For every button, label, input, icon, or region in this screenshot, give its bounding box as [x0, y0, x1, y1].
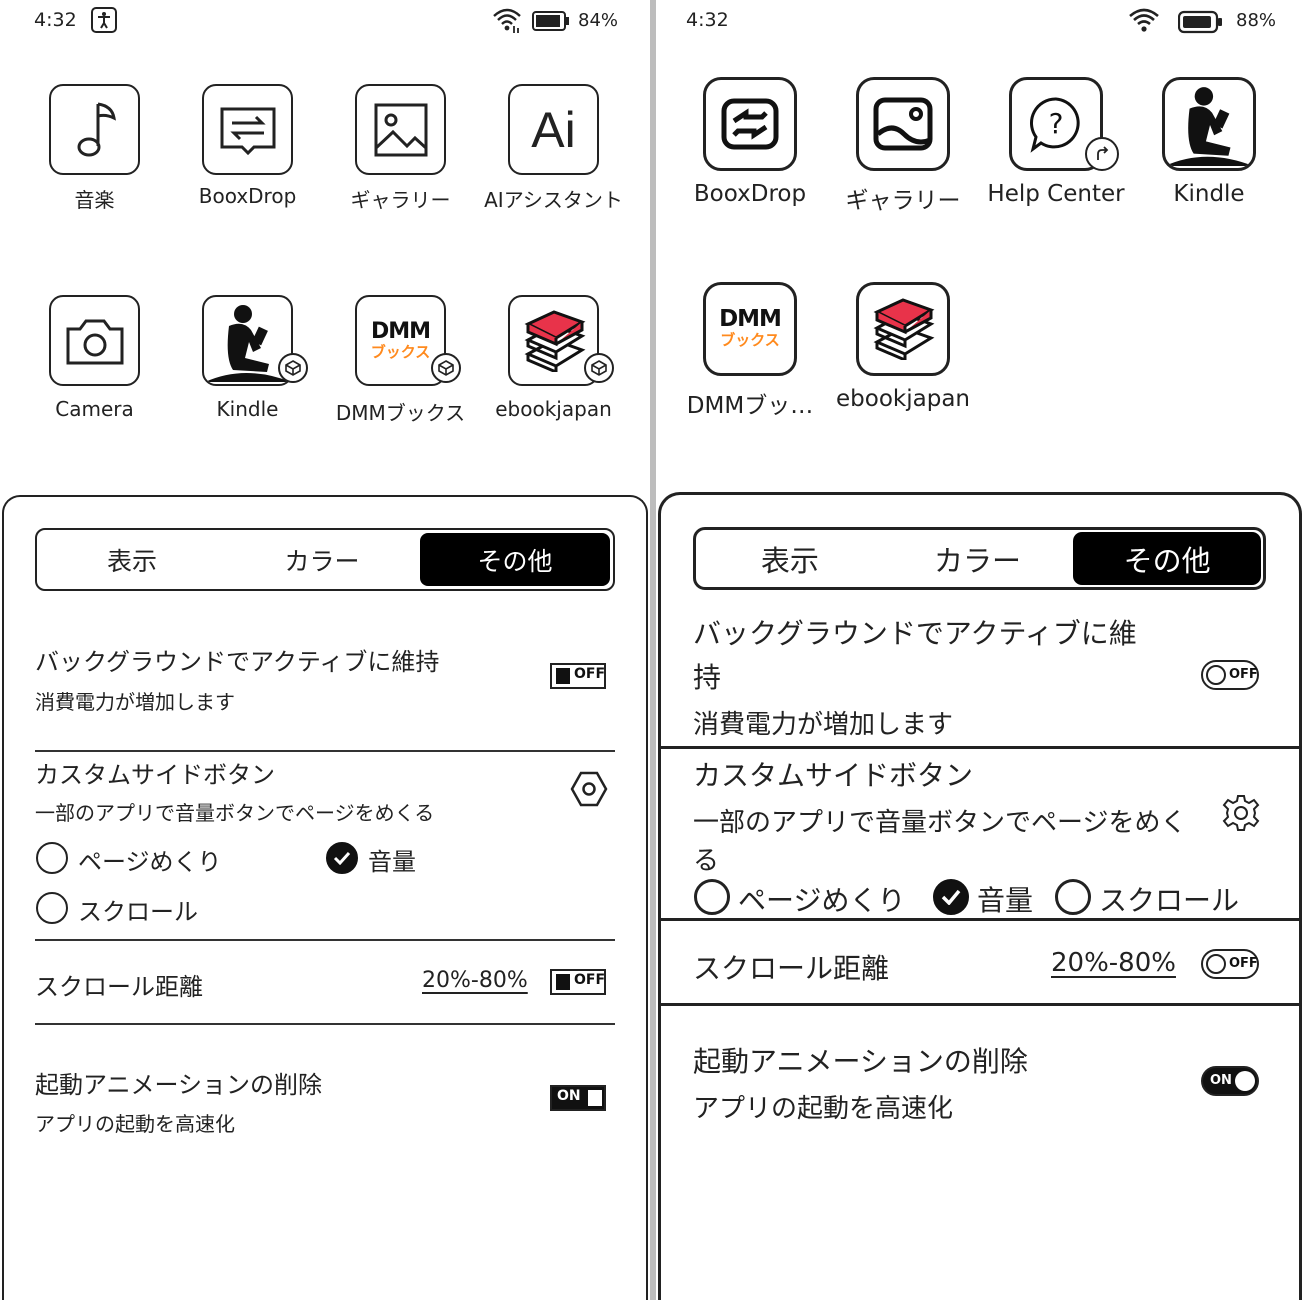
settings-gear-icon[interactable] — [1221, 793, 1261, 837]
radio-volume[interactable] — [326, 842, 358, 874]
startup-animation-subtitle: アプリの起動を高速化 — [693, 1094, 954, 1124]
wifi-icon — [492, 6, 522, 38]
background-active-title: バックグラウンドでアクティブに維持 — [35, 648, 440, 676]
custom-side-button-subtitle: 一部のアプリで音量ボタンでページをめく — [693, 808, 1187, 838]
app-label: Kindle — [216, 397, 279, 421]
cloud-app-badge-icon — [278, 353, 308, 383]
divider — [658, 918, 1302, 921]
check-icon — [333, 851, 351, 865]
tab-other[interactable]: その他 — [420, 533, 610, 586]
option-volume-label: 音量 — [368, 848, 416, 876]
tab-display[interactable]: 表示 — [696, 530, 884, 587]
battery-icon — [532, 10, 570, 36]
app-label: ギャラリー — [845, 188, 961, 214]
booxdrop-icon — [202, 84, 293, 175]
startup-animation-title: 起動アニメーションの削除 — [693, 1045, 1028, 1078]
app-label: 音楽 — [74, 188, 115, 212]
scroll-distance-value[interactable]: 20%-80% — [422, 968, 528, 993]
tab-display[interactable]: 表示 — [37, 530, 227, 589]
scroll-distance-toggle[interactable]: OFF — [1201, 949, 1259, 979]
option-page-turn-label: ページめくり — [78, 848, 222, 876]
booxdrop-icon — [703, 77, 797, 171]
background-active-toggle[interactable]: OFF — [1201, 660, 1259, 690]
status-time: 4:32 — [686, 9, 729, 31]
app-label: BooxDrop — [198, 184, 297, 208]
radio-scroll[interactable] — [1055, 879, 1091, 915]
custom-side-button-title: カスタムサイドボタン — [693, 759, 974, 792]
app-label: ebookjapan — [836, 386, 970, 412]
app-label: DMMブックス — [335, 401, 466, 425]
option-page-turn-label: ページめくり — [738, 884, 906, 917]
status-time: 4:32 — [34, 9, 77, 31]
cloud-app-badge-icon — [431, 353, 461, 383]
custom-side-button-title: カスタムサイドボタン — [35, 761, 275, 789]
option-volume-label: 音量 — [977, 884, 1034, 917]
gallery-icon — [355, 84, 446, 175]
divider — [658, 746, 1302, 749]
app-label: DMMブッ… — [686, 393, 814, 419]
accessibility-icon — [91, 7, 117, 37]
tab-color[interactable]: カラー — [884, 530, 1072, 587]
battery-icon — [1177, 10, 1224, 38]
radio-scroll[interactable] — [36, 892, 68, 924]
settings-gear-icon[interactable] — [570, 770, 608, 812]
background-active-title-cont: 持 — [693, 661, 722, 694]
divider — [35, 939, 615, 941]
gallery-icon — [856, 77, 950, 171]
startup-animation-toggle[interactable]: ON — [550, 1085, 606, 1111]
music-note-icon — [49, 84, 140, 175]
tab-other[interactable]: その他 — [1073, 532, 1262, 585]
tab-color[interactable]: カラー — [227, 530, 417, 589]
divider — [35, 750, 615, 752]
tab-bar: 表示 カラー その他 — [35, 528, 615, 591]
tab-bar: 表示 カラー その他 — [693, 527, 1266, 590]
camera-icon — [49, 295, 140, 386]
startup-animation-toggle[interactable]: ON — [1201, 1066, 1259, 1096]
status-bar: 4:32 84% — [0, 0, 650, 42]
right-screen: 4:32 88% BooxDrop ギャラリー ? Help Center Ki… — [656, 0, 1305, 1300]
app-label: ギャラリー — [350, 188, 451, 212]
custom-side-button-subtitle-cont: る — [693, 846, 720, 876]
radio-volume[interactable] — [933, 879, 969, 915]
cloud-app-badge-icon — [584, 353, 614, 383]
kindle-icon — [1162, 77, 1256, 171]
svg-text:?: ? — [1049, 107, 1064, 140]
radio-page-turn[interactable] — [36, 842, 68, 874]
divider — [658, 1003, 1302, 1006]
startup-animation-title: 起動アニメーションの削除 — [35, 1071, 323, 1099]
battery-percent: 84% — [578, 10, 619, 31]
background-active-toggle[interactable]: OFF — [550, 663, 606, 689]
status-bar: 4:32 88% — [656, 0, 1305, 42]
check-icon — [941, 889, 961, 905]
option-scroll-label: スクロール — [78, 898, 198, 926]
shortcut-badge-icon — [1085, 137, 1119, 171]
startup-animation-subtitle: アプリの起動を高速化 — [35, 1112, 235, 1136]
ebookjapan-icon — [856, 282, 950, 376]
app-label: ebookjapan — [495, 397, 612, 421]
app-label: BooxDrop — [693, 181, 807, 207]
radio-page-turn[interactable] — [694, 879, 730, 915]
app-label: AIアシスタント — [484, 188, 623, 212]
background-active-subtitle: 消費電力が増加します — [35, 690, 235, 714]
scroll-distance-title: スクロール距離 — [693, 952, 890, 985]
app-label: Help Center — [987, 181, 1125, 207]
app-label: Camera — [55, 397, 134, 421]
wifi-icon — [1128, 6, 1160, 38]
left-screen: 4:32 84% 音楽 BooxDrop ギャラリー Ai AIアシスタント C… — [0, 0, 650, 1300]
battery-percent: 88% — [1236, 10, 1277, 31]
scroll-distance-value[interactable]: 20%-80% — [1051, 948, 1176, 978]
background-active-subtitle: 消費電力が増加します — [693, 710, 954, 740]
divider — [35, 1023, 615, 1025]
scroll-distance-title: スクロール距離 — [35, 973, 203, 1001]
app-label: Kindle — [1173, 181, 1245, 207]
custom-side-button-subtitle: 一部のアプリで音量ボタンでページをめくる — [35, 801, 435, 825]
ai-assistant-icon: Ai — [508, 84, 599, 175]
dmm-books-icon: DMM ブックス — [703, 282, 797, 376]
scroll-distance-toggle[interactable]: OFF — [550, 969, 606, 995]
option-scroll-label: スクロール — [1099, 884, 1240, 917]
background-active-title: バックグラウンドでアクティブに維 — [693, 617, 1137, 650]
